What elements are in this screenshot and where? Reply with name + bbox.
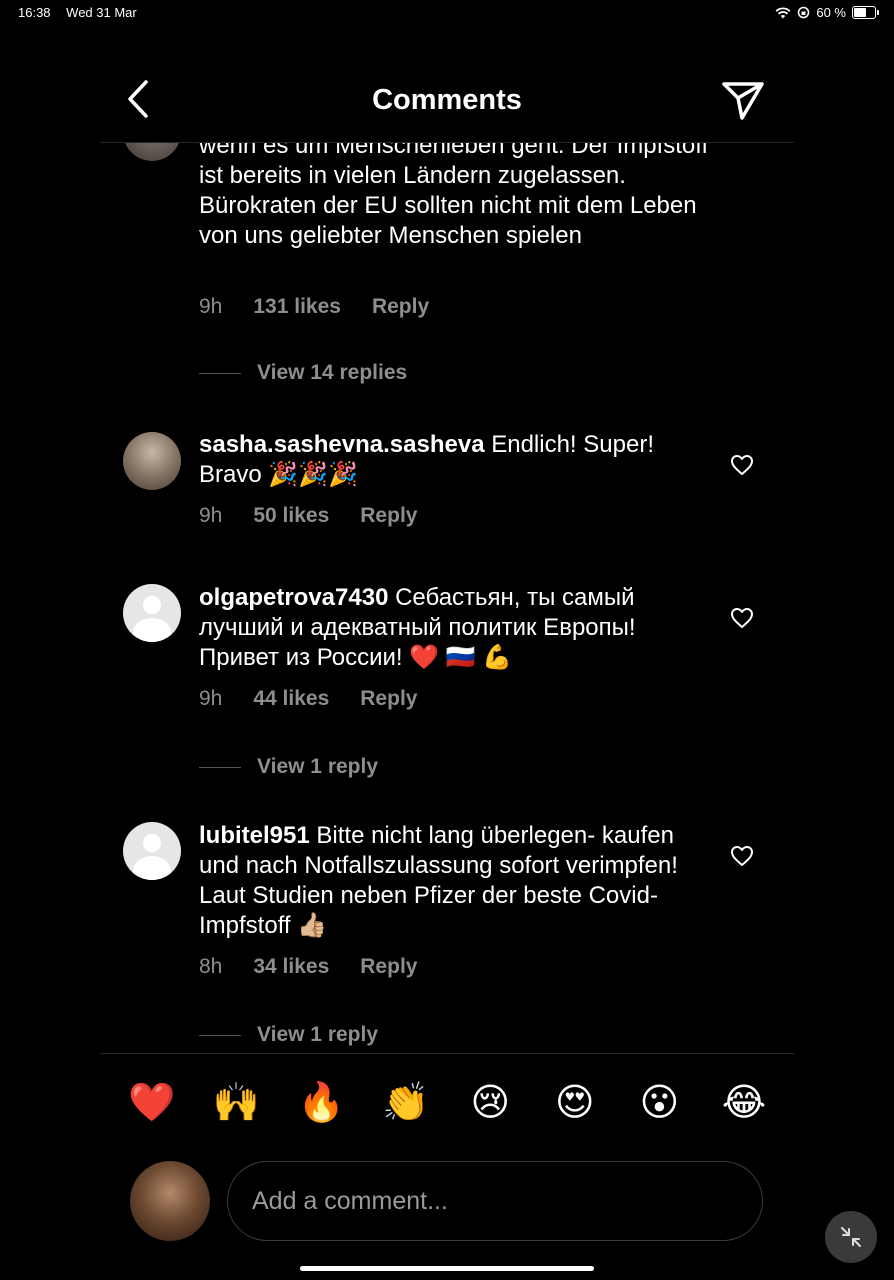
reply-button[interactable]: Reply [360, 687, 417, 711]
heart-icon[interactable] [730, 607, 754, 629]
comment-composer [130, 1161, 770, 1241]
orientation-lock-icon [798, 6, 810, 19]
comment-text: wenn es um Menschenleben geht. Der Impfs… [199, 143, 709, 251]
send-icon [722, 82, 764, 120]
status-time: 16:38 [18, 5, 51, 20]
divider [100, 1053, 794, 1054]
avatar[interactable] [123, 584, 181, 642]
comment-text: olgapetrova7430 Себастьян, ты самый лучш… [199, 583, 709, 673]
comments-header: Comments [100, 70, 794, 143]
comment-username[interactable]: sasha.sashevna.sasheva [199, 431, 485, 458]
comment-time: 9h [199, 295, 223, 318]
heart-icon[interactable] [730, 454, 754, 476]
emoji-heart-eyes-button[interactable]: 😍 [551, 1078, 599, 1128]
comment-likes[interactable]: 131 likes [253, 295, 341, 319]
comment-time: 9h [199, 687, 223, 710]
wifi-icon [775, 6, 791, 18]
avatar[interactable] [123, 143, 181, 161]
view-replies-button[interactable]: View 1 reply [199, 755, 378, 779]
comment-likes[interactable]: 50 likes [253, 504, 329, 528]
current-user-avatar [130, 1161, 210, 1241]
emoji-raised-hands-button[interactable]: 🙌 [213, 1078, 261, 1128]
share-button[interactable] [720, 78, 766, 122]
avatar[interactable] [123, 822, 181, 880]
reply-button[interactable]: Reply [372, 295, 429, 319]
comment-text: sasha.sashevna.sasheva Endlich! Super! B… [199, 430, 709, 490]
battery-percent: 60 % [816, 5, 846, 20]
emoji-laughing-button[interactable]: 😂 [720, 1078, 768, 1128]
battery-icon [852, 6, 879, 19]
heart-icon[interactable] [730, 845, 754, 867]
emoji-crying-button[interactable]: 😢 [466, 1078, 514, 1128]
comment-text: lubitel951 Bitte nicht lang überlegen- k… [199, 821, 709, 941]
view-replies-button[interactable]: View 14 replies [199, 361, 407, 385]
page-title: Comments [372, 84, 522, 116]
status-date: Wed 31 Mar [66, 5, 137, 20]
reply-button[interactable]: Reply [360, 955, 417, 979]
view-replies-button[interactable]: View 1 reply [199, 1023, 378, 1047]
comment-time: 8h [199, 955, 223, 978]
comments-list[interactable]: wenn es um Menschenleben geht. Der Impfs… [100, 143, 794, 1053]
comment-time: 9h [199, 504, 223, 527]
status-bar: 16:38 Wed 31 Mar 60 % [0, 0, 894, 26]
comment-likes[interactable]: 34 likes [253, 955, 329, 979]
comment-body: wenn es um Menschenleben geht. Der Impfs… [199, 143, 709, 249]
emoji-surprised-button[interactable]: 😮 [635, 1078, 683, 1128]
avatar[interactable] [123, 432, 181, 490]
comment-username[interactable]: lubitel951 [199, 822, 310, 849]
home-indicator[interactable] [300, 1266, 594, 1271]
emoji-fire-button[interactable]: 🔥 [297, 1078, 345, 1128]
reply-button[interactable]: Reply [360, 504, 417, 528]
emoji-heart-button[interactable]: ❤️ [128, 1078, 176, 1128]
comment-username[interactable]: olgapetrova7430 [199, 584, 388, 611]
comment-input[interactable] [227, 1161, 763, 1241]
comment-likes[interactable]: 44 likes [253, 687, 329, 711]
collapse-arrows-icon [841, 1227, 861, 1247]
emoji-bar: ❤️ 🙌 🔥 👏 😢 😍 😮 😂 [128, 1078, 768, 1128]
collapse-button[interactable] [825, 1211, 877, 1263]
emoji-clap-button[interactable]: 👏 [382, 1078, 430, 1128]
